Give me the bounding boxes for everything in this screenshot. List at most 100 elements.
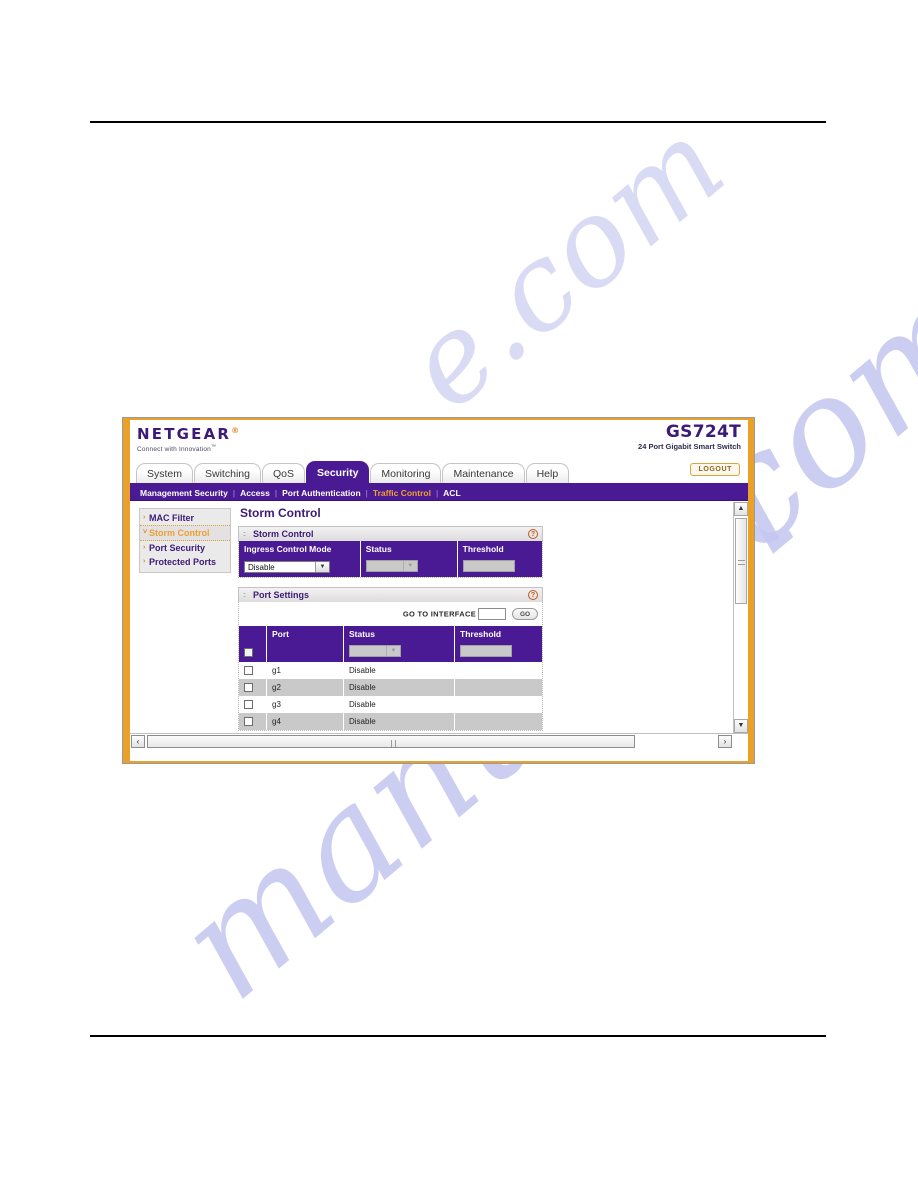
logo-trademark-icon: ™	[210, 444, 217, 450]
subnav-separator: |	[232, 488, 236, 498]
table-row[interactable]: g4 Disable	[239, 713, 542, 730]
sidebar-item-label: MAC Filter	[149, 513, 194, 523]
storm-control-panel-body: Ingress Control Mode Status Threshold Di…	[238, 541, 543, 578]
subnav-item-acl[interactable]: ACL	[443, 485, 460, 502]
horizontal-scrollbar-thumb[interactable]	[147, 735, 635, 748]
sidebar: › MAC Filter ˅ Storm Control › Port Secu…	[139, 508, 231, 573]
device-model-block: GS724T 24 Port Gigabit Smart Switch	[638, 423, 741, 451]
go-button[interactable]: GO	[512, 607, 538, 620]
cell-status: ▼	[360, 557, 458, 577]
cell-row-checkbox	[239, 696, 267, 713]
cell-status: Disable	[343, 713, 455, 730]
bulk-threshold-input[interactable]	[460, 645, 512, 657]
device-model-subtitle: 24 Port Gigabit Smart Switch	[638, 442, 741, 451]
sidebar-item-label: Storm Control	[149, 528, 210, 538]
cell-threshold	[457, 557, 542, 577]
column-header-select	[239, 626, 267, 642]
subnav-item-traffic-control[interactable]: Traffic Control	[373, 485, 431, 502]
select-all-checkbox[interactable]	[244, 647, 253, 657]
subnav-separator: |	[274, 488, 278, 498]
subnav-item-access[interactable]: Access	[240, 485, 270, 502]
chevron-right-icon: ›	[143, 544, 146, 551]
cell-status: Disable	[343, 662, 455, 679]
column-header-status: Status	[360, 541, 458, 557]
sidebar-item-port-security[interactable]: › Port Security	[140, 541, 230, 555]
subnav-item-port-authentication[interactable]: Port Authentication	[282, 485, 361, 502]
cell-ingress-control-mode: Disable ▼	[239, 557, 361, 577]
logo-wordmark: NETGEAR®	[137, 422, 239, 443]
drag-handle-icon[interactable]: ::	[243, 531, 246, 538]
cell-row-checkbox	[239, 713, 267, 730]
drag-handle-icon[interactable]: ::	[243, 592, 246, 599]
table-row[interactable]: g1 Disable	[239, 662, 542, 679]
table-row[interactable]: g2 Disable	[239, 679, 542, 696]
vertical-scrollbar[interactable]: ▲ ▼	[733, 502, 748, 733]
primary-tab-bar: System Switching QoS Security Monitoring Main…	[130, 461, 748, 483]
cell-port: g4	[266, 713, 344, 730]
port-settings-panel-body: GO TO INTERFACE GO Port Status Threshold	[238, 602, 543, 731]
chevron-right-icon: ›	[143, 558, 146, 565]
port-settings-table: Port Status Threshold ▼ g1 Disable g2 Di…	[239, 626, 542, 730]
help-icon[interactable]: ?	[528, 590, 538, 600]
storm-control-table: Ingress Control Mode Status Threshold Di…	[239, 541, 542, 577]
subnav-separator: |	[365, 488, 368, 498]
help-icon[interactable]: ?	[528, 529, 538, 539]
go-to-interface-input[interactable]	[478, 607, 506, 620]
table-header-row: Ingress Control Mode Status Threshold	[239, 541, 542, 557]
go-to-interface-label: GO TO INTERFACE	[402, 609, 476, 619]
cell-status: Disable	[343, 679, 455, 696]
cell-select-all	[239, 642, 267, 662]
device-model-name: GS724T	[665, 422, 741, 442]
storm-threshold-input[interactable]	[462, 560, 515, 572]
cell-threshold-input	[454, 642, 542, 662]
scroll-down-button[interactable]: ▼	[734, 719, 748, 733]
chevron-right-icon: ›	[143, 514, 146, 521]
page-top-rule	[90, 121, 826, 123]
bulk-status-select[interactable]: ▼	[349, 645, 401, 657]
row-checkbox[interactable]	[244, 717, 253, 727]
sidebar-item-protected-ports[interactable]: › Protected Ports	[140, 555, 230, 569]
row-checkbox[interactable]	[244, 683, 253, 693]
storm-control-input-row: Disable ▼ ▼	[239, 557, 542, 577]
port-settings-panel: :: Port Settings ? GO TO INTERFACE GO Por…	[238, 587, 543, 731]
horizontal-scrollbar[interactable]: ‹ ›	[130, 733, 748, 748]
ingress-control-mode-value: Disable	[248, 563, 275, 572]
ui-viewport: NETGEAR® Connect with Innovation™ GS724T…	[130, 420, 748, 761]
storm-control-panel-title: Storm Control	[253, 529, 314, 539]
tab-system[interactable]: System	[136, 463, 194, 483]
scroll-up-button[interactable]: ▲	[734, 502, 748, 516]
cell-port-blank	[266, 642, 344, 662]
tab-monitoring[interactable]: Monitoring	[370, 463, 442, 483]
scroll-left-button[interactable]: ‹	[131, 735, 145, 748]
row-checkbox[interactable]	[244, 700, 253, 710]
scroll-right-button[interactable]: ›	[718, 735, 732, 748]
sidebar-item-mac-filter[interactable]: › MAC Filter	[140, 511, 230, 525]
secondary-nav-bar: Management Security | Access | Port Authenti…	[130, 483, 748, 501]
row-checkbox[interactable]	[244, 666, 253, 676]
logo-tagline: Connect with Innovation™	[137, 444, 239, 453]
tab-qos[interactable]: QoS	[261, 463, 305, 483]
subnav-item-management-security[interactable]: Management Security	[140, 485, 228, 502]
ingress-control-mode-select[interactable]: Disable ▼	[244, 561, 330, 573]
chevron-down-icon: ▼	[386, 646, 400, 656]
tab-switching[interactable]: Switching	[194, 463, 261, 483]
ui-body: › MAC Filter ˅ Storm Control › Port Secu…	[130, 501, 748, 748]
logout-button[interactable]: LOGOUT	[690, 463, 740, 476]
vertical-scrollbar-thumb[interactable]	[735, 518, 747, 604]
tab-help[interactable]: Help	[525, 463, 570, 483]
sidebar-item-storm-control[interactable]: ˅ Storm Control	[140, 525, 230, 541]
tab-security[interactable]: Security	[305, 461, 370, 483]
content-area: Storm Control :: Storm Control ? Ingress…	[238, 506, 730, 731]
chevron-down-icon: ˅	[143, 529, 148, 536]
storm-status-select[interactable]: ▼	[365, 560, 418, 572]
cell-threshold	[454, 679, 542, 696]
sidebar-item-label: Protected Ports	[149, 557, 217, 567]
cell-port: g1	[266, 662, 344, 679]
logo-registered-icon: ®	[231, 426, 240, 435]
storm-control-panel-header: :: Storm Control ?	[238, 526, 543, 541]
tab-maintenance[interactable]: Maintenance	[442, 463, 525, 483]
port-settings-filter-row: ▼	[239, 642, 542, 662]
table-header-row: Port Status Threshold	[239, 626, 542, 642]
table-row[interactable]: g3 Disable	[239, 696, 542, 713]
logo-tagline-text: Connect with Innovation	[137, 446, 211, 454]
